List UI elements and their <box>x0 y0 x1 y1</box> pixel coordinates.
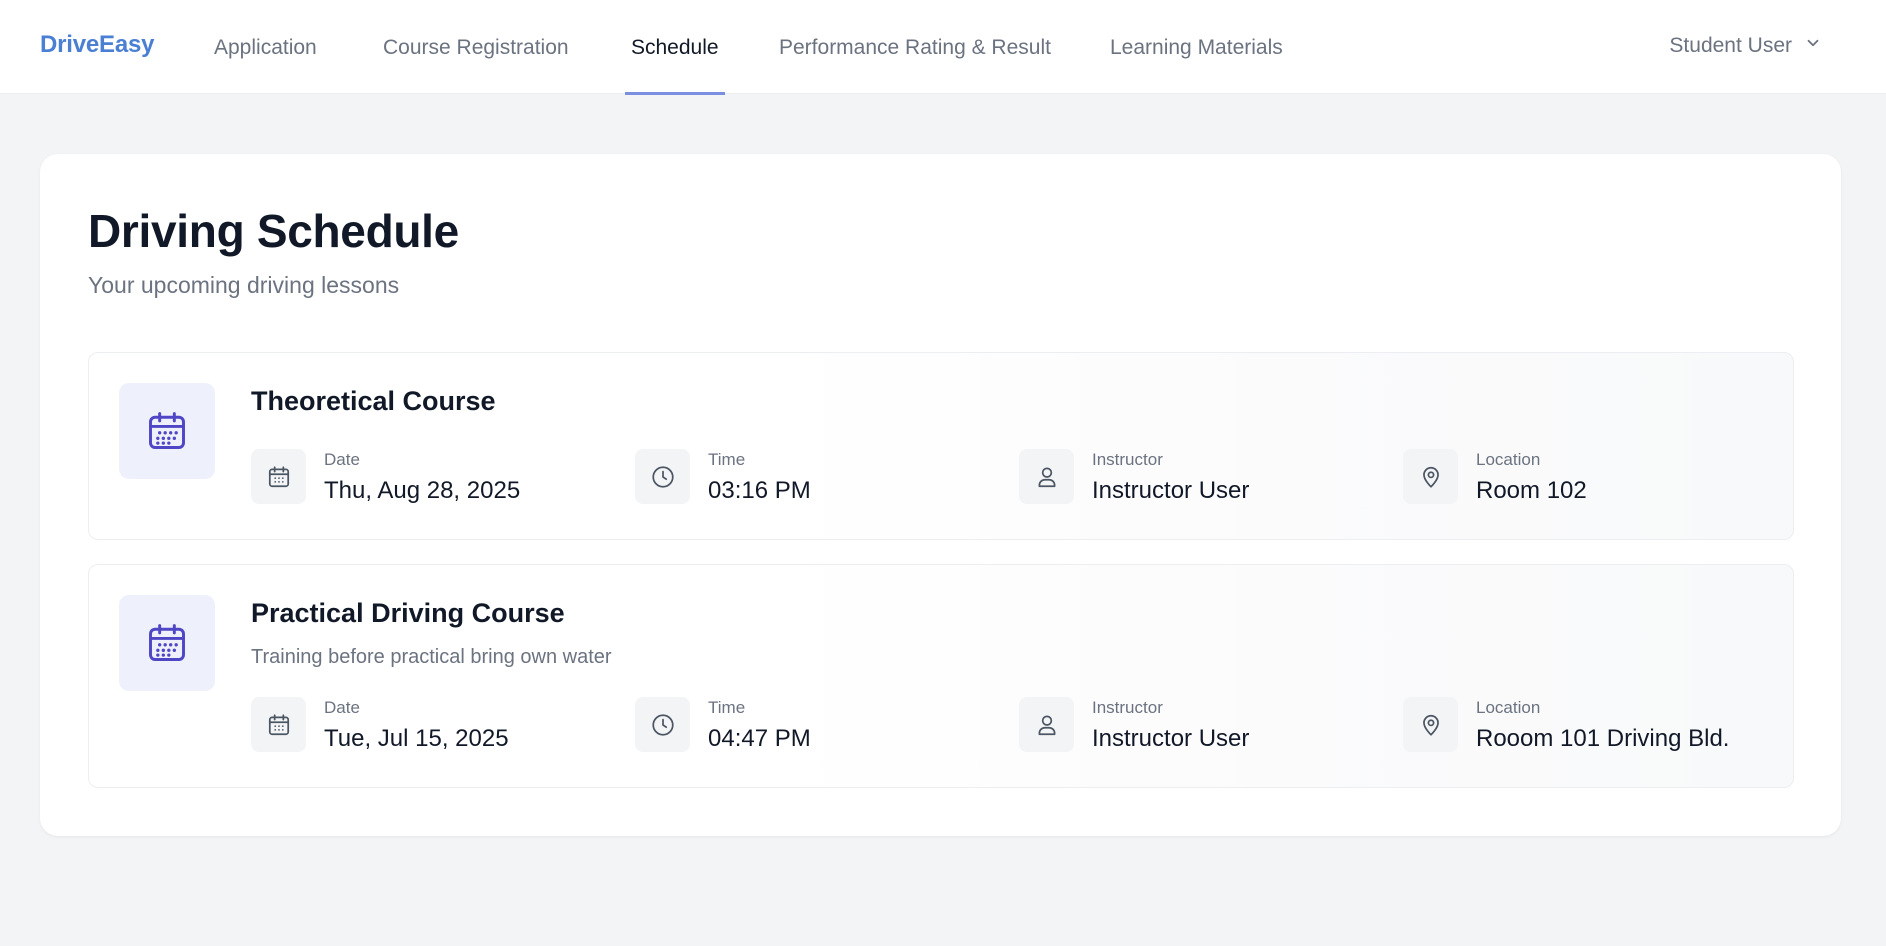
instructor-value: Instructor User <box>1092 477 1250 504</box>
brand-logo[interactable]: DriveEasy <box>40 31 154 59</box>
clock-icon <box>635 697 690 752</box>
lesson-title: Theoretical Course <box>251 386 496 416</box>
lesson-instructor: Instructor Instructor User <box>1019 697 1249 755</box>
lesson-location: Location Room 102 <box>1403 449 1587 507</box>
calendar-icon <box>251 697 306 752</box>
location-value: Room 102 <box>1476 477 1587 504</box>
tab-schedule[interactable]: Schedule <box>625 36 725 95</box>
lesson-date: Date Thu, Aug 28, 2025 <box>251 449 520 507</box>
time-label: Time <box>708 450 746 469</box>
top-navigation: DriveEasy Application Course Registratio… <box>0 0 1886 95</box>
page-title: Driving Schedule <box>88 205 459 257</box>
tab-application[interactable]: Application <box>214 36 317 94</box>
user-icon <box>1019 697 1074 752</box>
instructor-label: Instructor <box>1092 698 1163 717</box>
time-label: Time <box>708 698 746 717</box>
user-menu[interactable]: Student User <box>1669 34 1822 58</box>
instructor-label: Instructor <box>1092 450 1163 469</box>
tab-course-registration[interactable]: Course Registration <box>383 36 569 94</box>
date-label: Date <box>324 698 360 717</box>
user-icon <box>1019 449 1074 504</box>
instructor-value: Instructor User <box>1092 725 1250 752</box>
time-value: 03:16 PM <box>708 477 811 504</box>
time-value: 04:47 PM <box>708 725 811 752</box>
lesson-time: Time 04:47 PM <box>635 697 811 755</box>
map-pin-icon <box>1403 697 1458 752</box>
date-value: Thu, Aug 28, 2025 <box>324 477 521 504</box>
location-value: Rooom 101 Driving Bld. <box>1476 725 1730 752</box>
lesson-time: Time 03:16 PM <box>635 449 811 507</box>
calendar-icon <box>119 595 215 691</box>
page-subtitle: Your upcoming driving lessons <box>88 272 400 298</box>
user-menu-label: Student User <box>1669 34 1792 57</box>
date-label: Date <box>324 450 360 469</box>
lesson-instructor: Instructor Instructor User <box>1019 449 1249 507</box>
lesson-location: Location Rooom 101 Driving Bld. <box>1403 697 1729 755</box>
lesson-card-practical[interactable]: Practical Driving Course Training before… <box>88 564 1794 788</box>
calendar-icon <box>251 449 306 504</box>
lesson-title: Practical Driving Course <box>251 598 565 628</box>
tab-learning-materials[interactable]: Learning Materials <box>1110 36 1283 94</box>
lesson-description: Training before practical bring own wate… <box>251 646 612 668</box>
lesson-date: Date Tue, Jul 15, 2025 <box>251 697 509 755</box>
location-label: Location <box>1476 698 1541 717</box>
location-label: Location <box>1476 450 1541 469</box>
map-pin-icon <box>1403 449 1458 504</box>
schedule-panel: Driving Schedule Your upcoming driving l… <box>40 154 1841 836</box>
lesson-card-theoretical[interactable]: Theoretical Course Date Thu, Aug 28, 202… <box>88 352 1794 540</box>
chevron-down-icon <box>1804 34 1822 58</box>
clock-icon <box>635 449 690 504</box>
calendar-icon <box>119 383 215 479</box>
date-value: Tue, Jul 15, 2025 <box>324 725 509 752</box>
tab-performance-rating-result[interactable]: Performance Rating & Result <box>779 36 1051 94</box>
